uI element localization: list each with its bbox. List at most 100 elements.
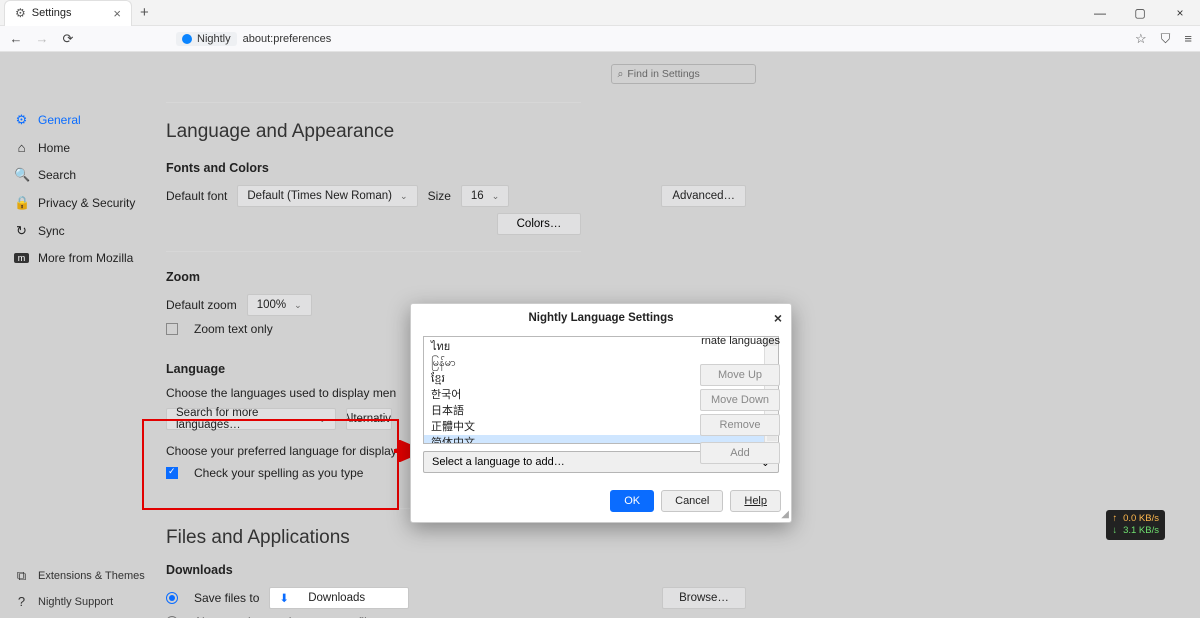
language-desc: Choose the languages used to display men… <box>166 386 396 400</box>
select-value: 16 <box>471 190 484 202</box>
alternate-lang-text: rnate languages <box>700 335 780 347</box>
sidebar-item-search[interactable]: 🔍 Search <box>0 161 166 189</box>
sidebar-item-label: Home <box>38 141 70 155</box>
zoom-text-only-checkbox[interactable] <box>166 323 178 335</box>
cancel-button[interactable]: Cancel <box>661 490 723 512</box>
default-zoom-label: Default zoom <box>166 298 237 312</box>
section-heading-files: Files and Applications <box>166 527 746 549</box>
select-value: 100% <box>257 299 286 311</box>
advanced-fonts-button[interactable]: Advanced… <box>661 185 746 207</box>
sidebar-item-label: Search <box>38 168 76 182</box>
font-size-select[interactable]: 16 ⌄ <box>461 185 509 207</box>
window-controls: — ▢ × <box>1080 6 1200 20</box>
choose-pref-label: Choose your preferred language for displ… <box>166 444 401 458</box>
dialog-close-button[interactable]: × <box>774 310 782 326</box>
minimize-button[interactable]: — <box>1080 6 1120 20</box>
mozilla-icon: m <box>14 253 29 263</box>
sidebar-item-label: General <box>38 113 81 127</box>
identity-label: Nightly <box>197 33 231 45</box>
add-button[interactable]: Add <box>700 442 780 464</box>
chevron-down-icon: ⌄ <box>400 191 408 202</box>
dialog-title: Nightly Language Settings× <box>411 304 791 332</box>
address-bar[interactable]: Nightly about:preferences <box>176 32 331 46</box>
lock-icon: 🔒 <box>14 195 29 211</box>
chevron-down-icon: ⌄ <box>492 191 500 202</box>
resize-handle-icon[interactable]: ◢ <box>781 509 789 520</box>
search-more-languages-select[interactable]: Search for more languages… ⌄ <box>166 408 336 430</box>
sidebar-item-label: Extensions & Themes <box>38 570 145 582</box>
forward-button[interactable]: → <box>34 31 50 46</box>
select-value: Search for more languages… <box>176 407 310 431</box>
default-font-label: Default font <box>166 189 227 203</box>
settings-sidebar: ⚙ General ⌂ Home 🔍 Search 🔒 Privacy & Securi… <box>0 52 166 618</box>
size-label: Size <box>428 189 451 203</box>
ok-button[interactable]: OK <box>610 490 654 512</box>
spellcheck-label: Check your spelling as you type <box>194 466 363 480</box>
sidebar-item-label: Nightly Support <box>38 596 113 608</box>
search-icon: ⌕ <box>618 68 624 81</box>
network-speed-indicator: ↑ 0.0 KB/s ↓ 3.1 KB/s <box>1106 510 1165 540</box>
find-in-settings[interactable]: ⌕Find in Settings <box>611 64 756 84</box>
sidebar-item-privacy[interactable]: 🔒 Privacy & Security <box>0 189 166 217</box>
chevron-down-icon: ⌄ <box>318 414 326 425</box>
gear-icon: ⚙ <box>15 6 26 20</box>
content-area: ⚙ General ⌂ Home 🔍 Search 🔒 Privacy & Securi… <box>0 52 1200 618</box>
move-up-button[interactable]: Move Up <box>700 364 780 386</box>
set-alternatives-button[interactable]: Set Alternatives… <box>346 408 392 430</box>
sidebar-item-more[interactable]: m More from Mozilla <box>0 245 166 271</box>
spellcheck-checkbox[interactable] <box>166 467 178 479</box>
close-window-button[interactable]: × <box>1160 6 1200 20</box>
upload-speed: 0.0 KB/s <box>1123 513 1159 524</box>
new-tab-button[interactable]: + <box>140 4 149 21</box>
download-speed: 3.1 KB/s <box>1123 525 1159 536</box>
field-value: Downloads <box>308 592 365 604</box>
remove-button[interactable]: Remove <box>700 414 780 436</box>
help-icon: ? <box>14 594 29 609</box>
default-font-select[interactable]: Default (Times New Roman) ⌄ <box>237 185 417 207</box>
app-menu-icon[interactable]: ≡ <box>1184 31 1192 47</box>
nightly-icon <box>182 34 192 44</box>
titlebar: ⚙ Settings × + — ▢ × <box>0 0 1200 26</box>
close-icon[interactable]: × <box>113 6 121 21</box>
fonts-colors-heading: Fonts and Colors <box>166 161 746 175</box>
sidebar-item-label: Sync <box>38 224 65 238</box>
save-files-radio[interactable] <box>166 592 178 604</box>
browse-button[interactable]: Browse… <box>662 587 746 609</box>
sidebar-item-sync[interactable]: ↻ Sync <box>0 217 166 245</box>
section-heading-language-appearance: Language and Appearance <box>166 121 746 143</box>
download-icon: ⬇ <box>279 591 289 605</box>
downloads-heading: Downloads <box>166 563 746 577</box>
pocket-icon[interactable]: ⛉ <box>1161 31 1171 47</box>
sidebar-item-label: Privacy & Security <box>38 196 135 210</box>
back-button[interactable]: ← <box>8 31 24 46</box>
save-files-label: Save files to <box>194 591 259 605</box>
search-icon: 🔍 <box>14 167 29 183</box>
sidebar-item-general[interactable]: ⚙ General <box>0 106 166 134</box>
gear-icon: ⚙ <box>14 112 29 128</box>
url-text: about:preferences <box>243 33 332 45</box>
sidebar-item-extensions[interactable]: ⧉ Extensions & Themes <box>0 563 166 589</box>
colors-button[interactable]: Colors… <box>497 213 581 235</box>
puzzle-icon: ⧉ <box>14 568 29 584</box>
bookmark-star-icon[interactable]: ☆ <box>1135 31 1147 47</box>
zoom-text-only-label: Zoom text only <box>194 322 273 336</box>
sync-icon: ↻ <box>14 223 29 239</box>
tab-title: Settings <box>32 7 108 19</box>
combo-value: Select a language to add… <box>432 456 565 468</box>
zoom-heading: Zoom <box>166 270 746 284</box>
default-zoom-select[interactable]: 100% ⌄ <box>247 294 312 316</box>
help-button[interactable]: Help <box>730 490 781 512</box>
downloads-path-field[interactable]: ⬇ Downloads <box>269 587 409 609</box>
select-value: Default (Times New Roman) <box>247 190 392 202</box>
move-down-button[interactable]: Move Down <box>700 389 780 411</box>
browser-tab[interactable]: ⚙ Settings × <box>4 0 132 26</box>
home-icon: ⌂ <box>14 140 29 155</box>
search-placeholder: Find in Settings <box>627 68 699 80</box>
sidebar-item-home[interactable]: ⌂ Home <box>0 134 166 161</box>
chevron-down-icon: ⌄ <box>294 300 302 311</box>
sidebar-item-label: More from Mozilla <box>38 251 133 265</box>
nav-toolbar: ← → ⟳ Nightly about:preferences ☆ ⛉ ≡ <box>0 26 1200 52</box>
maximize-button[interactable]: ▢ <box>1120 6 1160 20</box>
reload-button[interactable]: ⟳ <box>60 31 76 47</box>
sidebar-item-support[interactable]: ? Nightly Support <box>0 589 166 614</box>
